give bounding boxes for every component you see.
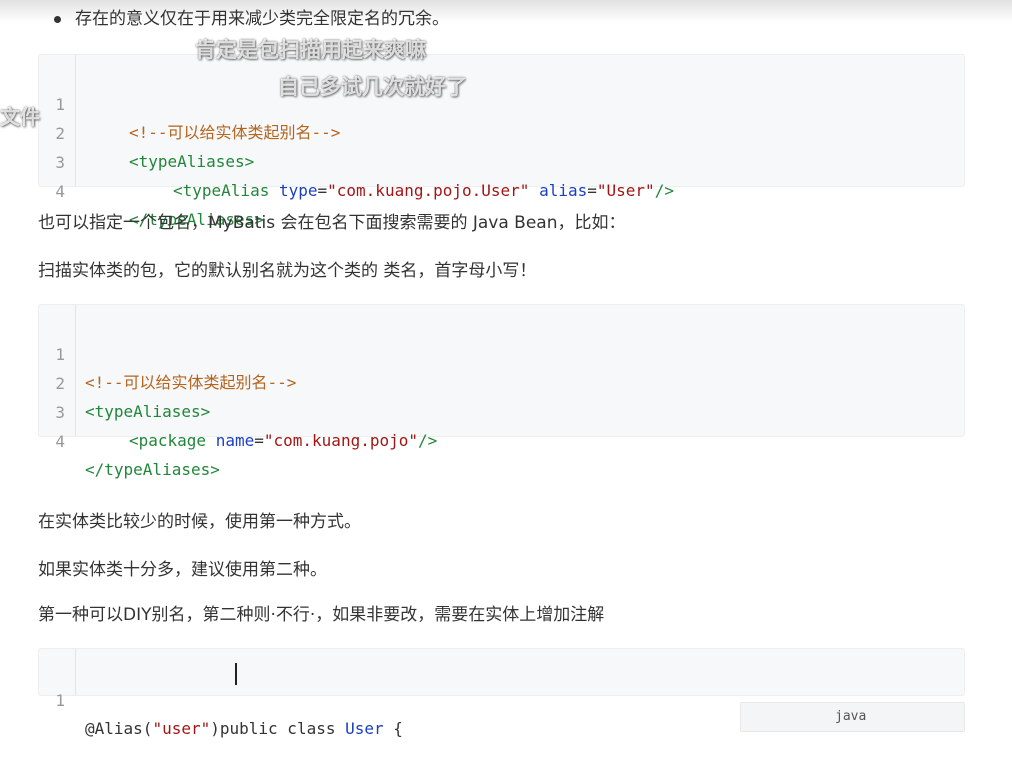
code-string: "User": [596, 181, 655, 200]
code-line: 2 <typeAliases>: [39, 92, 254, 171]
code-comment: <!--可以给实体类起别名-->: [85, 373, 297, 392]
code-block-package: 1 <!--可以给实体类起别名--> 2 <typeAliases> 3 <pa…: [38, 304, 965, 479]
code-text: <package name="com.kuang.pojo"/>: [129, 427, 437, 455]
bullet-text: 存在的意义仅在于用来减少类完全限定名的冗余。: [75, 9, 449, 29]
code-line: 3 <typeAlias type="com.kuang.pojo.User" …: [39, 121, 674, 200]
code-block-type-alias: 1 <!--可以给实体类起别名--> 2 <typeAliases> 3 <ty…: [38, 54, 965, 229]
subtitle-line-2: 自己多试几次就好了: [278, 75, 467, 99]
code-line: 4 </typeAliases>: [39, 400, 220, 479]
line-number: 4: [55, 432, 65, 451]
bullet-dot-icon: [54, 15, 61, 23]
subtitle-line-1: 肯定是包扫描用起来爽嘛: [195, 38, 426, 62]
code-equals: =: [587, 181, 597, 200]
code-equals: =: [254, 431, 264, 450]
code-text[interactable]: @Alias("user")public class User {: [85, 715, 403, 743]
code-tag: </typeAliases>: [85, 460, 220, 479]
paragraph-scan-package: 扫描实体类的包，它的默认别名就为这个类的 类名，首字母小写！: [38, 261, 537, 281]
paragraph-package-name: 也可以指定一个包名，MyBatis 会在包名下面搜索需要的 Java Bean，…: [38, 213, 626, 233]
code-string: "com.kuang.pojo": [263, 431, 418, 450]
code-tag: />: [654, 181, 674, 200]
side-fragment: 文件: [0, 105, 40, 129]
code-line: 3 <package name="com.kuang.pojo"/>: [39, 371, 437, 450]
language-label: java: [835, 709, 867, 724]
code-type: User: [345, 719, 384, 738]
code-tag: />: [418, 431, 438, 450]
code-line: 1 <!--可以给实体类起别名-->: [39, 63, 340, 142]
paragraph-many-entities: 如果实体类十分多，建议使用第二种。: [38, 560, 327, 580]
text-cursor: [235, 663, 237, 685]
language-selector[interactable]: java: [740, 702, 965, 732]
code-equals: =: [317, 181, 328, 200]
code-attr: type: [278, 181, 318, 200]
code-line: 1 <!--可以给实体类起别名-->: [39, 313, 296, 392]
line-number: 1: [55, 691, 65, 710]
paragraph-diy-alias: 第一种可以DIY别名，第二种则·不行·，如果非要改，需要在实体上增加注解: [38, 605, 605, 625]
code-tag: <typeAliases>: [85, 402, 211, 421]
code-line[interactable]: 1 @Alias("user")public class User {: [39, 659, 403, 738]
code-string: "com.kuang.pojo.User": [327, 181, 530, 200]
code-tag: <typeAliases>: [129, 152, 255, 171]
code-attr: alias: [539, 181, 588, 200]
code-annotation: @Alias(: [85, 719, 153, 738]
code-string: "user": [152, 719, 211, 738]
code-text: <typeAlias type="com.kuang.pojo.User" al…: [173, 177, 674, 205]
code-comment: <!--可以给实体类起别名-->: [129, 123, 341, 142]
code-annotation-end: ): [210, 719, 220, 738]
paragraph-few-entities: 在实体类比较少的时候，使用第一种方式。: [38, 512, 361, 532]
line-number: 4: [55, 182, 65, 201]
code-rest: {: [383, 719, 403, 738]
bullet-item: 存在的意义仅在于用来减少类完全限定名的冗余。: [54, 6, 449, 32]
code-keyword: public class: [219, 719, 346, 738]
code-tag: <package: [129, 431, 207, 450]
code-block-alias-annotation[interactable]: 1 @Alias("user")public class User {: [38, 648, 965, 738]
code-line: 4 </typeAliases>: [39, 150, 264, 229]
code-attr: name: [215, 431, 255, 450]
code-line: 2 <typeAliases>: [39, 342, 210, 421]
code-tag: <typeAlias: [173, 181, 270, 200]
